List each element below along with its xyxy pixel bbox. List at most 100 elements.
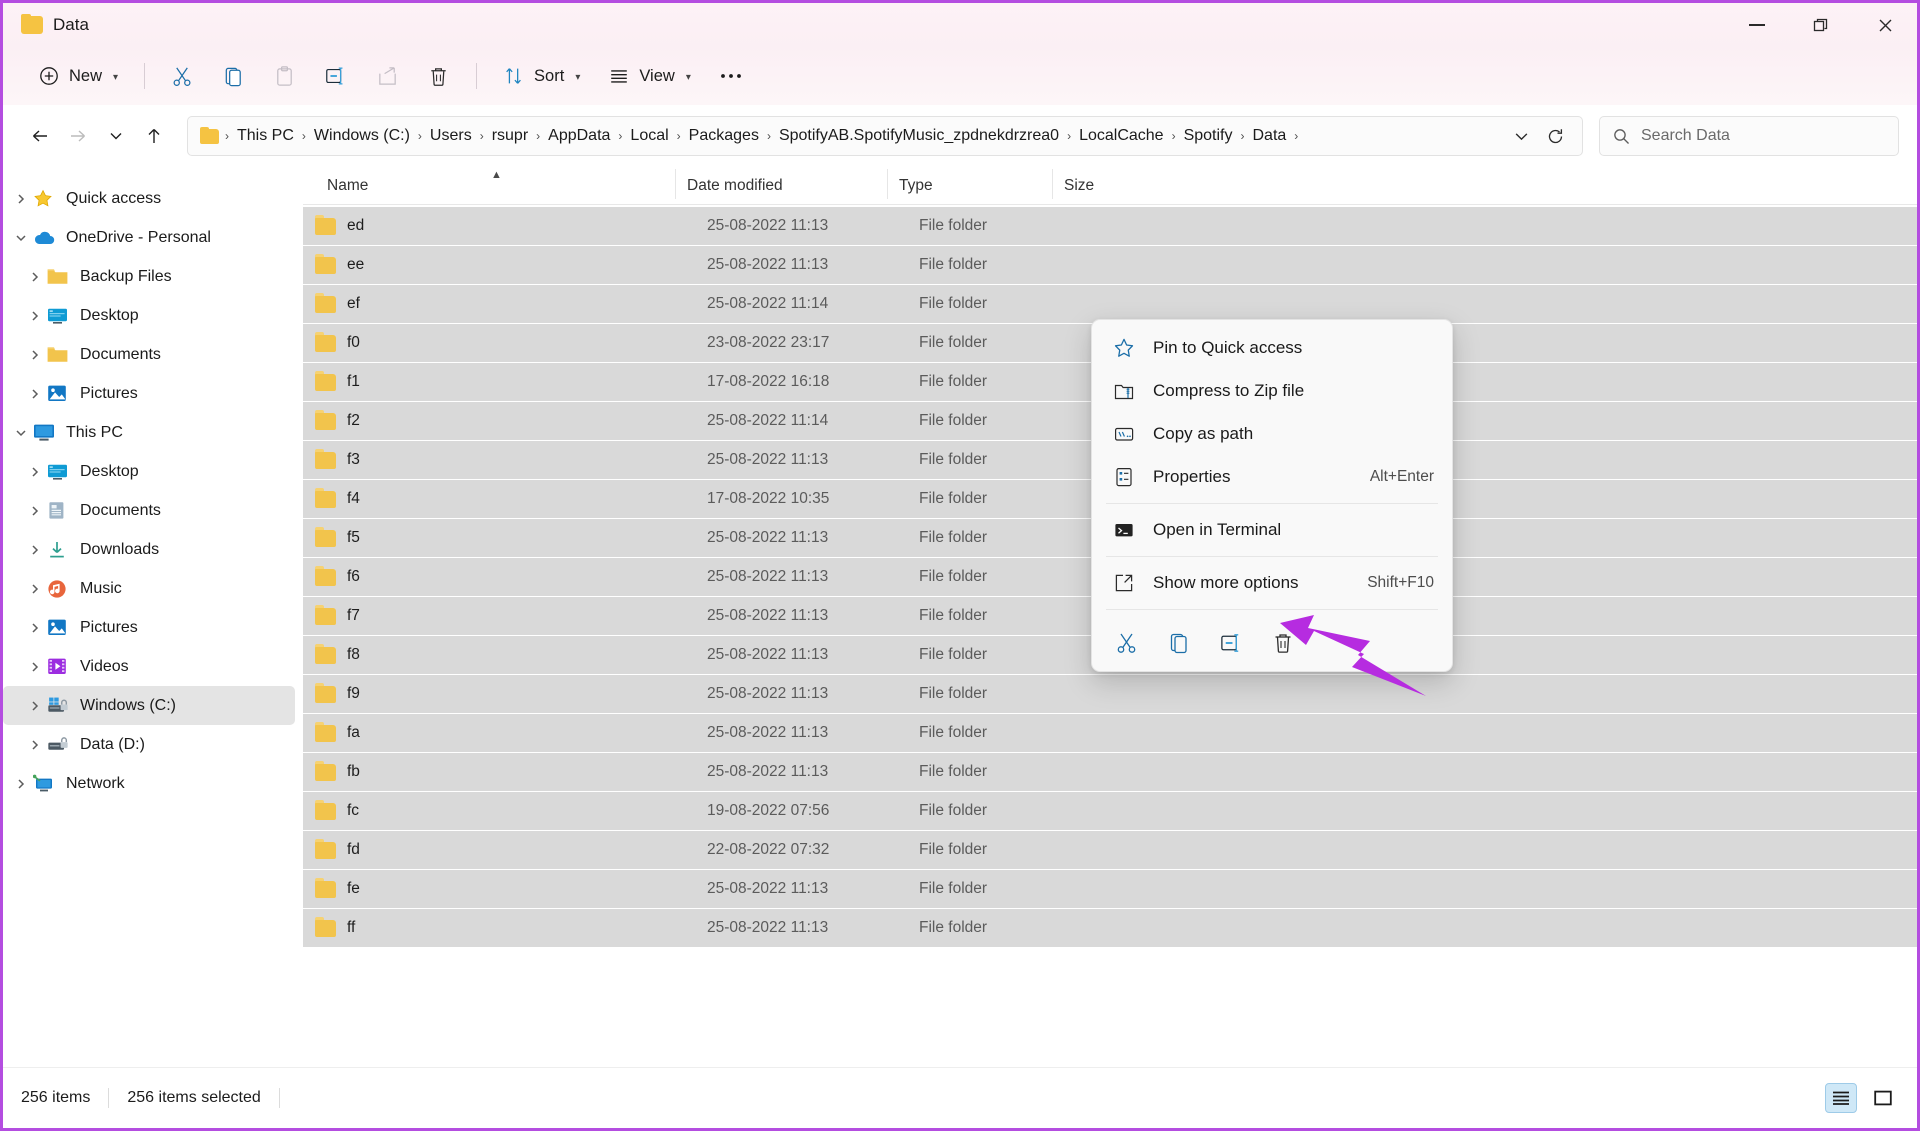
navigation-pane: Quick access OneDrive - Personal Backup Fi…	[3, 167, 303, 1067]
column-header-size[interactable]: Size	[1052, 168, 1192, 199]
chevron-right-icon[interactable]	[23, 460, 47, 484]
sidebar-item-pictures[interactable]: Pictures	[3, 608, 295, 647]
sidebar-item-quick-access[interactable]: Quick access	[3, 179, 295, 218]
column-header-type[interactable]: Type	[887, 168, 1052, 199]
clipboard-icon	[277, 65, 292, 86]
search-input[interactable]: Search Data	[1641, 127, 1730, 145]
sidebar-item-label: Backup Files	[80, 267, 172, 285]
chevron-right-icon[interactable]	[23, 499, 47, 523]
sidebar-item-data-d[interactable]: Data (D:)	[3, 725, 295, 764]
arrow-left-icon	[33, 130, 47, 142]
chevron-right-icon[interactable]	[23, 733, 47, 757]
context-menu-item-copy-as-path[interactable]: Copy as path	[1098, 413, 1446, 455]
sidebar-item-label: Pictures	[80, 384, 138, 402]
chevron-right-icon[interactable]	[23, 538, 47, 562]
share-button[interactable]	[363, 56, 412, 96]
breadcrumb-item[interactable]: This PC	[231, 124, 300, 148]
chevron-right-icon[interactable]	[23, 577, 47, 601]
sidebar-item-pictures[interactable]: Pictures	[3, 374, 295, 413]
sidebar-item-this-pc[interactable]: This PC	[3, 413, 295, 452]
folder-icon	[315, 604, 336, 625]
recent-locations-button[interactable]	[97, 117, 135, 155]
cut-button[interactable]	[158, 56, 207, 96]
sidebar-item-backup-files[interactable]: Backup Files	[3, 257, 295, 296]
chevron-down-icon[interactable]	[9, 226, 33, 250]
context-menu-item-show-more-options[interactable]: Show more options Shift+F10	[1098, 562, 1446, 604]
file-row[interactable]: f9 25-08-2022 11:13 File folder	[303, 675, 1917, 713]
sidebar-item-network[interactable]: Network	[3, 764, 295, 803]
sidebar-item-music[interactable]: Music	[3, 569, 295, 608]
sidebar-item-onedrive-personal[interactable]: OneDrive - Personal	[3, 218, 295, 257]
chevron-right-icon[interactable]	[23, 343, 47, 367]
breadcrumb-item[interactable]: Data	[1247, 124, 1293, 148]
forward-button[interactable]	[59, 117, 97, 155]
search-box[interactable]: Search Data	[1599, 116, 1899, 156]
chevron-right-icon[interactable]	[23, 304, 47, 328]
copy-icon	[1170, 633, 1187, 654]
sort-button[interactable]: Sort ▾	[490, 56, 593, 96]
breadcrumb-item[interactable]: Users	[424, 124, 478, 148]
breadcrumb-item[interactable]: Spotify	[1178, 124, 1239, 148]
breadcrumb-item[interactable]: Packages	[683, 124, 765, 148]
chevron-right-icon[interactable]	[23, 265, 47, 289]
close-button[interactable]	[1853, 3, 1917, 47]
file-row[interactable]: fb 25-08-2022 11:13 File folder	[303, 753, 1917, 791]
context-menu-item-open-in-terminal[interactable]: Open in Terminal	[1098, 509, 1446, 551]
file-row[interactable]: ff 25-08-2022 11:13 File folder	[303, 909, 1917, 947]
file-date-modified: 25-08-2022 11:13	[707, 217, 829, 234]
view-button[interactable]: View ▾	[595, 56, 704, 96]
breadcrumb-item[interactable]: Local	[624, 124, 674, 148]
address-dropdown-button[interactable]	[1504, 119, 1538, 153]
rename-button[interactable]	[311, 56, 361, 96]
column-header-date-modified[interactable]: Date modified	[675, 168, 887, 199]
chevron-down-icon[interactable]	[9, 421, 33, 445]
breadcrumb-item[interactable]: AppData	[542, 124, 616, 148]
up-button[interactable]	[135, 117, 173, 155]
file-row[interactable]: fa 25-08-2022 11:13 File folder	[303, 714, 1917, 752]
context-cut-button[interactable]	[1104, 622, 1150, 664]
back-button[interactable]	[21, 117, 59, 155]
minimize-button[interactable]	[1725, 3, 1789, 47]
sidebar-item-downloads[interactable]: Downloads	[3, 530, 295, 569]
sidebar-item-windows-c[interactable]: Windows (C:)	[3, 686, 295, 725]
chevron-right-icon[interactable]	[23, 694, 47, 718]
chevron-right-icon[interactable]	[9, 187, 33, 211]
breadcrumb-item[interactable]: Windows (C:)	[308, 124, 416, 148]
see-more-button[interactable]	[706, 56, 756, 96]
context-menu-item-compress-to-zip-file[interactable]: Compress to Zip file	[1098, 370, 1446, 412]
breadcrumb-item[interactable]: SpotifyAB.SpotifyMusic_zpdnekdrzrea0	[773, 124, 1065, 148]
chevron-right-icon[interactable]	[23, 655, 47, 679]
chevron-right-icon[interactable]	[9, 772, 33, 796]
paste-button[interactable]	[260, 56, 309, 96]
copy-button[interactable]	[209, 56, 258, 96]
sidebar-item-desktop[interactable]: Desktop	[3, 452, 295, 491]
file-row[interactable]: fc 19-08-2022 07:56 File folder	[303, 792, 1917, 830]
sidebar-item-documents[interactable]: Documents	[3, 491, 295, 530]
chevron-right-icon[interactable]	[23, 382, 47, 406]
sidebar-item-documents[interactable]: Documents	[3, 335, 295, 374]
file-row[interactable]: ef 25-08-2022 11:14 File folder	[303, 285, 1917, 323]
breadcrumb-item[interactable]: rsupr	[486, 124, 534, 148]
delete-button[interactable]	[414, 56, 463, 96]
file-row[interactable]: ed 25-08-2022 11:13 File folder	[303, 207, 1917, 245]
context-rename-button[interactable]	[1208, 622, 1254, 664]
maximize-button[interactable]	[1789, 3, 1853, 47]
sidebar-item-desktop[interactable]: Desktop	[3, 296, 295, 335]
context-copy-button[interactable]	[1156, 622, 1202, 664]
details-view-button[interactable]	[1825, 1083, 1857, 1113]
new-button[interactable]: New ▾	[25, 56, 131, 96]
address-bar[interactable]: › This PC › Windows (C:) › Users › rsupr › AppDat…	[187, 116, 1583, 156]
context-menu-item-properties[interactable]: Properties Alt+Enter	[1098, 456, 1446, 498]
file-row[interactable]: ee 25-08-2022 11:13 File folder	[303, 246, 1917, 284]
context-menu-item-pin-to-quick-access[interactable]: Pin to Quick access	[1098, 327, 1446, 369]
file-date-modified: 22-08-2022 07:32	[707, 841, 830, 858]
breadcrumb-item[interactable]: LocalCache	[1073, 124, 1170, 148]
context-delete-button[interactable]	[1260, 622, 1306, 664]
chevron-right-icon[interactable]	[23, 616, 47, 640]
refresh-button[interactable]	[1538, 119, 1572, 153]
folder-icon	[315, 721, 336, 742]
sidebar-item-videos[interactable]: Videos	[3, 647, 295, 686]
large-icons-view-button[interactable]	[1867, 1083, 1899, 1113]
file-row[interactable]: fd 22-08-2022 07:32 File folder	[303, 831, 1917, 869]
file-row[interactable]: fe 25-08-2022 11:13 File folder	[303, 870, 1917, 908]
